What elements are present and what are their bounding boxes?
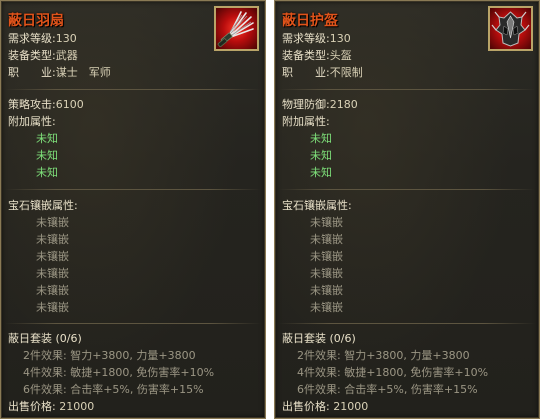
gem-slot: 未镶嵌 [310,233,343,246]
type-row: 装备类型:头盔 [282,49,352,62]
type-label: 装备类型 [8,49,52,62]
gem-slot: 未镶嵌 [36,267,69,280]
set-effect-value: 敏捷+1800, 免伤害率+10% [344,366,489,379]
price-value: 21000 [59,400,95,413]
extra-attr: 未知 [310,149,332,162]
type-value: 头盔 [329,49,352,62]
price-label: 出售价格 [8,400,52,413]
item-name: 蔽日护盔 [282,13,338,29]
gem-slot: 未镶嵌 [310,250,343,263]
stat-label: 物理防御 [282,98,326,111]
price-row: 出售价格: 21000 [282,400,369,413]
set-effect-row: 4件效果: 敏捷+1800, 免伤害率+10% [297,366,489,379]
gem-label: 宝石镶嵌属性: [8,199,78,212]
extra-attr: 未知 [310,166,332,179]
extra-label: 附加属性: [8,115,56,128]
type-value: 武器 [55,49,78,62]
stat-value: 6100 [55,98,84,111]
fan-weapon-icon [214,6,259,51]
gem-slot: 未镶嵌 [36,301,69,314]
level-value: 130 [329,32,351,45]
extra-attr: 未知 [36,166,58,179]
job-value: 不限制 [329,66,363,79]
level-label: 需求等级 [282,32,326,45]
level-row: 需求等级:130 [8,32,77,45]
job-value: 谋士 军师 [55,66,111,79]
item-tooltip-fan: 蔽日羽扇 需求等级:130 装备类型:武器 职 业:谋士 军师 策略攻击:610… [0,0,266,419]
set-effect-value: 敏捷+1800, 免伤害率+10% [70,366,215,379]
set-effect-row: 2件效果: 智力+3800, 力量+3800 [23,349,196,362]
helmet-icon [488,6,533,51]
divider [279,189,535,190]
set-effect-value: 合击率+5%, 伤害率+15% [70,383,204,396]
gem-slot: 未镶嵌 [36,284,69,297]
price-label: 出售价格 [282,400,326,413]
gem-slot: 未镶嵌 [310,284,343,297]
set-effect-label: 6件效果 [297,383,337,396]
job-label: 职 业 [8,66,52,79]
set-effect-label: 2件效果 [23,349,63,362]
gem-slot: 未镶嵌 [36,250,69,263]
level-row: 需求等级:130 [282,32,351,45]
stat-row: 策略攻击:6100 [8,98,84,111]
set-effect-value: 智力+3800, 力量+3800 [344,349,470,362]
set-effect-label: 4件效果 [297,366,337,379]
divider [5,323,261,324]
set-effect-label: 2件效果 [297,349,337,362]
type-label: 装备类型 [282,49,326,62]
extra-attr: 未知 [36,132,58,145]
set-effect-row: 4件效果: 敏捷+1800, 免伤害率+10% [23,366,215,379]
price-value: 21000 [333,400,369,413]
gem-slot: 未镶嵌 [310,301,343,314]
item-tooltip-helmet: 蔽日护盔 需求等级:130 装备类型:头盔 职 业:不限制 物理防御:2180 … [274,0,540,419]
set-name: 蔽日套装 (0/6) [282,332,356,345]
gem-slot: 未镶嵌 [36,216,69,229]
gem-label: 宝石镶嵌属性: [282,199,352,212]
gem-slot: 未镶嵌 [310,267,343,280]
set-effect-label: 6件效果 [23,383,63,396]
level-value: 130 [55,32,77,45]
extra-attr: 未知 [36,149,58,162]
extra-attr: 未知 [310,132,332,145]
set-effect-row: 6件效果: 合击率+5%, 伤害率+15% [297,383,478,396]
price-row: 出售价格: 21000 [8,400,95,413]
divider [279,323,535,324]
gem-slot: 未镶嵌 [310,216,343,229]
gem-slot: 未镶嵌 [36,233,69,246]
extra-label: 附加属性: [282,115,330,128]
type-row: 装备类型:武器 [8,49,78,62]
set-effect-row: 2件效果: 智力+3800, 力量+3800 [297,349,470,362]
set-effect-value: 合击率+5%, 伤害率+15% [344,383,478,396]
set-effect-label: 4件效果 [23,366,63,379]
level-label: 需求等级 [8,32,52,45]
job-label: 职 业 [282,66,326,79]
divider [279,89,535,90]
item-name: 蔽日羽扇 [8,13,64,29]
stat-value: 2180 [329,98,358,111]
divider [5,189,261,190]
divider [5,89,261,90]
stat-label: 策略攻击 [8,98,52,111]
set-effect-value: 智力+3800, 力量+3800 [70,349,196,362]
job-row: 职 业:不限制 [282,66,363,79]
job-row: 职 业:谋士 军师 [8,66,111,79]
stat-row: 物理防御:2180 [282,98,358,111]
set-effect-row: 6件效果: 合击率+5%, 伤害率+15% [23,383,204,396]
set-name: 蔽日套装 (0/6) [8,332,82,345]
